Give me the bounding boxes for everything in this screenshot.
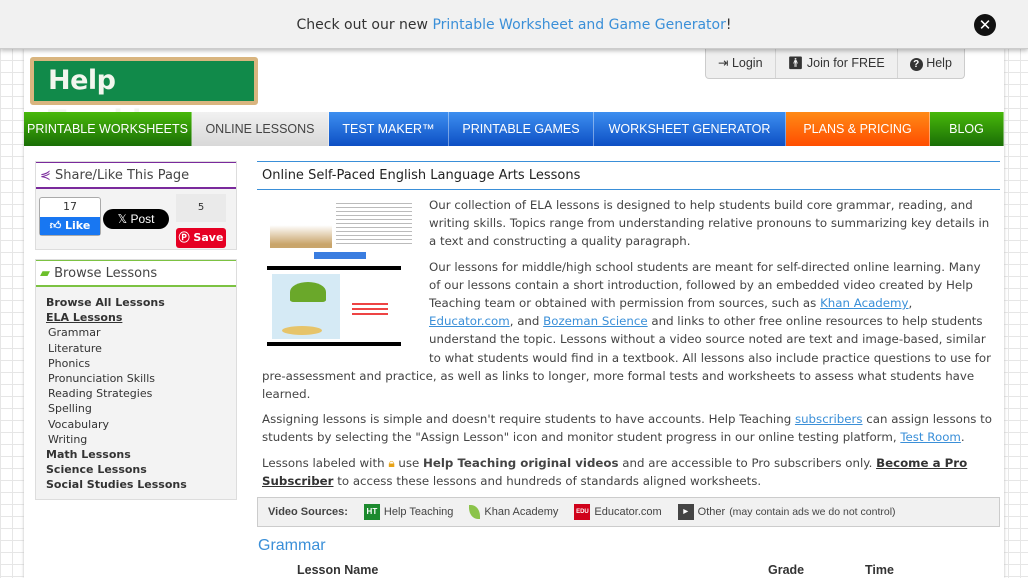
promo-banner: Check out our new Printable Worksheet an… <box>0 0 1028 49</box>
folder-icon: ▰ <box>40 266 50 281</box>
youtube-icon: ▶ <box>677 504 694 521</box>
browse-item[interactable]: Literature <box>46 341 236 356</box>
logo[interactable]: Help Teaching <box>30 57 258 136</box>
main-content: Online Self-Paced English Language Arts … <box>257 161 1000 578</box>
section-heading-grammar: Grammar <box>258 537 326 555</box>
browse-item[interactable]: Reading Strategies <box>46 386 236 401</box>
main-nav: PRINTABLE WORKSHEETS ONLINE LESSONS TEST… <box>24 112 1004 146</box>
browse-item[interactable]: Vocabulary <box>46 417 236 432</box>
browse-item[interactable]: Writing <box>46 432 236 447</box>
facebook-like-button[interactable]: 17 👍︎ Like <box>39 197 101 236</box>
account-bar: ⇥ Login 🚹︎ Join for FREE ? Help <box>705 49 965 79</box>
join-button[interactable]: 🚹︎ Join for FREE <box>776 49 898 78</box>
pin-count: 5 <box>176 194 226 222</box>
ht-icon: HT <box>363 504 380 521</box>
page-title: Online Self-Paced English Language Arts … <box>257 161 1000 190</box>
bozeman-link[interactable]: Bozeman Science <box>543 314 647 328</box>
person-icon: 🚹︎ <box>787 56 807 70</box>
table-header: Lesson Name Grade Time <box>297 563 894 578</box>
browse-item[interactable]: Pronunciation Skills <box>46 371 236 386</box>
browse-panel: ▰ Browse Lessons Browse All Lessons ELA L… <box>35 259 237 500</box>
browse-list: Browse All Lessons ELA Lessons Grammar Lite… <box>36 287 236 499</box>
browse-item[interactable]: Social Studies Lessons <box>46 477 236 492</box>
nav-printable-games[interactable]: PRINTABLE GAMES <box>449 112 594 146</box>
nav-plans-pricing[interactable]: PLANS & PRICING <box>786 112 930 146</box>
nav-blog[interactable]: BLOG <box>930 112 1004 146</box>
share-header: ⋞ Share/Like This Page <box>36 162 236 189</box>
test-room-link[interactable]: Test Room <box>900 430 961 444</box>
leaf-icon <box>469 505 481 520</box>
pinterest-icon: Ⓟ <box>178 231 190 244</box>
question-icon: ? <box>909 58 923 71</box>
educator-link[interactable]: Educator.com <box>429 314 510 328</box>
nav-online-lessons[interactable]: ONLINE LESSONS <box>192 112 329 146</box>
x-post-button[interactable]: 𝕏 Post <box>103 209 169 229</box>
browse-item[interactable]: Math Lessons <box>46 447 236 462</box>
assign-paragraph: Assigning lessons is simple and doesn't … <box>262 412 993 445</box>
pinterest-save-button[interactable]: Ⓟ Save <box>176 228 226 248</box>
generator-link[interactable]: Printable Worksheet and Game Generator <box>432 17 725 33</box>
help-button[interactable]: ? Help <box>898 49 964 78</box>
share-icon: ⋞ <box>40 168 51 183</box>
thumbs-up-icon: 👍︎ <box>49 219 62 232</box>
nav-printable-worksheets[interactable]: PRINTABLE WORKSHEETS <box>24 112 192 146</box>
login-button[interactable]: ⇥ Login <box>706 49 776 78</box>
share-panel: ⋞ Share/Like This Page 17 👍︎ Like 𝕏 Post … <box>35 161 237 250</box>
close-icon[interactable]: ✕ <box>974 14 996 36</box>
browse-item[interactable]: ELA Lessons <box>46 310 236 325</box>
subscribers-link[interactable]: subscribers <box>795 412 863 426</box>
browse-item[interactable]: Spelling <box>46 401 236 416</box>
pro-paragraph: Lessons labeled with 🔒︎ use Help Teachin… <box>262 455 968 488</box>
khan-academy-link[interactable]: Khan Academy <box>820 296 908 310</box>
login-icon: ⇥ <box>718 56 732 70</box>
nav-test-maker[interactable]: TEST MAKER™ <box>329 112 449 146</box>
browse-header: ▰ Browse Lessons <box>36 260 236 287</box>
video-sources-legend: Video Sources: HT Help Teaching Khan Acad… <box>257 497 1000 528</box>
page: Help Teaching ⇥ Login 🚹︎ Join for FREE ?… <box>24 49 1004 578</box>
nav-worksheet-generator[interactable]: WORKSHEET GENERATOR <box>594 112 786 146</box>
edu-icon: EDU <box>574 504 591 521</box>
lesson-preview-image[interactable] <box>262 196 417 354</box>
browse-item[interactable]: Browse All Lessons <box>46 295 236 310</box>
browse-item[interactable]: Science Lessons <box>46 462 236 477</box>
browse-item[interactable]: Grammar <box>46 325 236 340</box>
browse-item[interactable]: Phonics <box>46 356 236 371</box>
